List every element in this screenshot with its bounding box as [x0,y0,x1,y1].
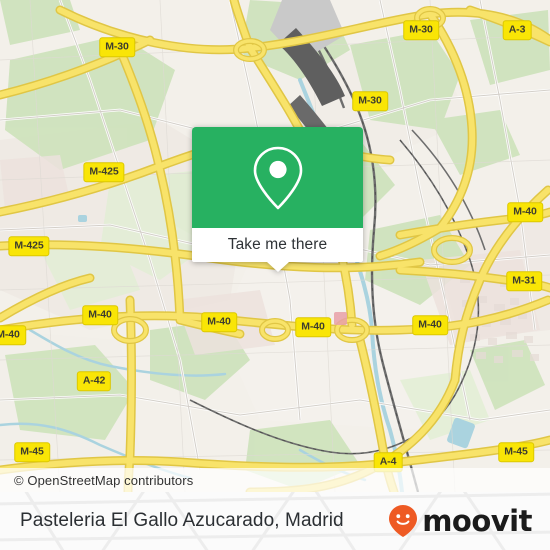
highway-shield: M-45 [14,442,50,462]
highway-shield: M-425 [83,162,125,182]
highway-shield: M-30 [403,20,439,40]
bottom-bar: Pasteleria El Gallo Azucarado, Madrid mo… [0,492,550,550]
popup-cta-label: Take me there [227,236,328,253]
highway-shield: M-40 [412,315,448,335]
highway-shield: M-30 [99,37,135,57]
popup-cta[interactable]: Take me there [192,228,363,272]
popup-tail [266,262,289,272]
highway-shield: A-3 [502,20,532,40]
moovit-logo[interactable]: moovit [388,504,532,538]
highway-shield: M-40 [295,317,331,337]
highway-shield: M-425 [8,236,50,256]
map-pin-icon [253,146,302,209]
moovit-smiley-pin-icon [389,505,418,537]
highway-shield: M-40 [0,325,26,345]
map-popup-card[interactable]: Take me there [192,127,363,272]
highway-shield: M-40 [201,312,237,332]
osm-attribution[interactable]: © OpenStreetMap contributors [0,468,550,492]
osm-attribution-text: © OpenStreetMap contributors [14,472,194,488]
highway-shield: A-42 [76,371,112,391]
highway-shield: M-30 [352,91,388,111]
highway-shield: M-31 [506,271,542,291]
popup-icon-area [192,127,363,228]
highway-shield: M-40 [507,202,543,222]
highway-shield: M-45 [498,442,534,462]
place-title: Pasteleria El Gallo Azucarado, Madrid [20,510,344,531]
highway-shield: M-40 [82,305,118,325]
moovit-map-page: M-30 M-30 A-3 M-30 M-425 M-425 M-40 M-31 M-40 M-4… [0,0,550,550]
moovit-wordmark: moovit [422,503,532,538]
